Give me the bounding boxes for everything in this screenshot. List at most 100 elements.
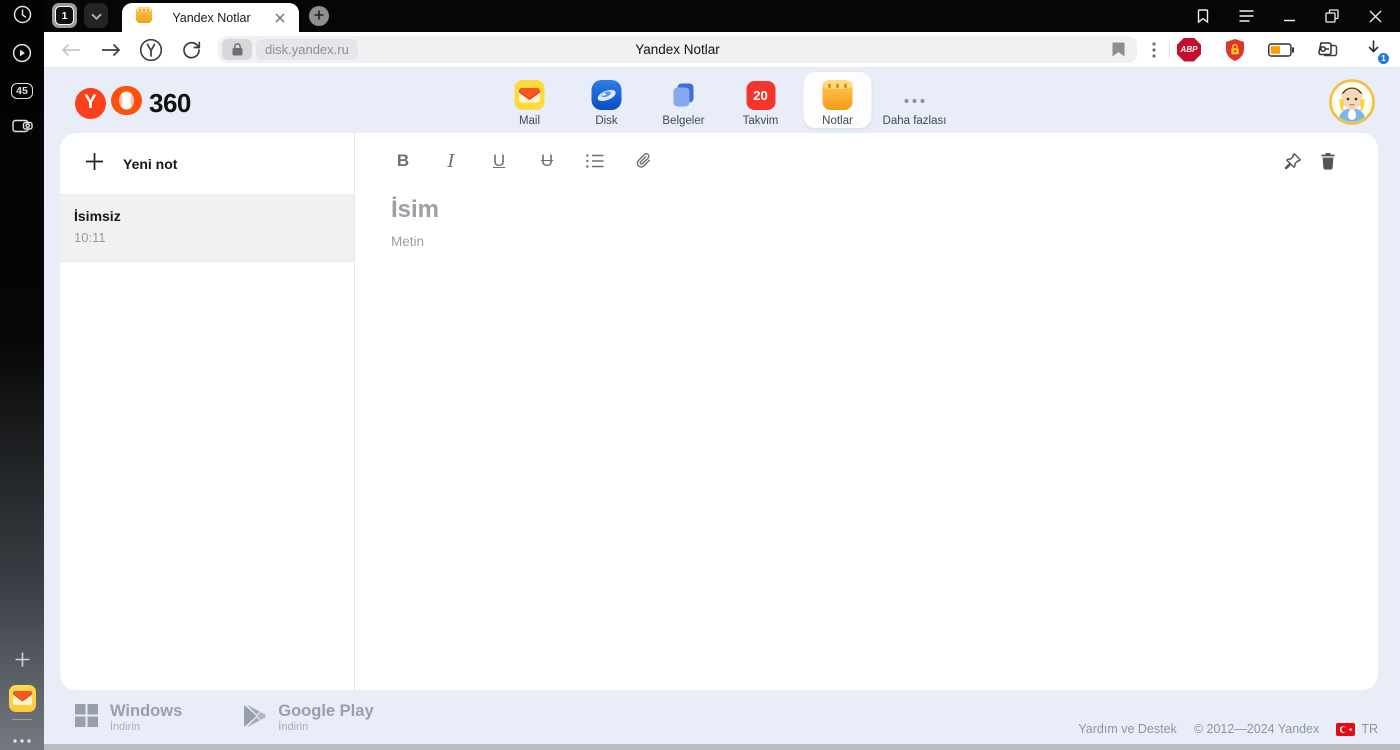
tab-counter-button[interactable]: 1 [52,3,77,28]
logo-360-text: 360 [149,87,191,118]
shield-lock-icon [1226,38,1244,61]
y360-blob-icon [110,85,143,121]
note-time: 10:11 [74,230,106,245]
yandex-logo-icon: Y [75,87,106,119]
forward-button[interactable] [98,37,124,63]
bold-button[interactable]: B [391,149,415,173]
minimize-button[interactable] [1280,8,1298,24]
ellipsis-icon [13,730,31,748]
passwords-button[interactable] [1314,37,1340,63]
browser-menu-button[interactable] [1237,8,1255,24]
speed-badge-button[interactable]: 45 [0,74,44,108]
battery-button[interactable] [1268,37,1294,63]
app-subtitle: İndirin [110,720,140,733]
strikethrough-button[interactable]: U [535,149,559,173]
mail-service-icon [514,80,545,110]
rail-divider [12,719,32,720]
lock-icon [232,43,242,56]
close-icon [1369,10,1381,22]
disk-service-icon [591,80,622,110]
downloads-button[interactable]: 1 [1360,37,1390,65]
page-footer: Windows İndirin Google Play İndirin Yard… [60,692,1378,744]
yandex-mail-shortcut[interactable] [0,681,44,715]
notes-list-panel: Yeni not İsimsiz 10:11 [60,133,355,690]
protect-button[interactable] [1222,37,1248,63]
attach-button[interactable] [631,149,655,173]
googleplay-download-link[interactable]: Google Play İndirin [244,702,374,733]
reload-button[interactable] [178,37,204,63]
windows-download-link[interactable]: Windows İndirin [75,703,182,733]
abp-icon: ABP [1177,37,1201,62]
play-icon [12,43,32,68]
notes-app-card: Yeni not İsimsiz 10:11 B I U U İsim Meti… [60,133,1378,690]
delete-note-button[interactable] [1317,150,1339,172]
google-play-icon [244,704,267,733]
service-documents[interactable]: Belgeler [650,72,718,128]
app-subtitle: İndirin [278,720,309,733]
browser-toolbar: disk.yandex.ru Yandex Notlar ABP 1 [44,32,1400,68]
note-list-item[interactable]: İsimsiz 10:11 [60,195,354,262]
pin-note-button[interactable] [1281,150,1303,172]
app-title: Google Play [278,702,374,721]
bookmarks-panel-button[interactable] [1194,8,1212,24]
pin-icon [1284,152,1301,169]
history-button[interactable] [0,0,44,34]
list-button[interactable] [583,149,607,173]
service-mail[interactable]: Mail [496,72,564,128]
screenshot-button[interactable] [0,110,44,144]
close-window-button[interactable] [1366,8,1384,24]
tab-bar: 1 Yandex Notlar [44,0,1400,32]
bookmark-page-button[interactable] [1108,39,1129,60]
service-more[interactable]: Daha fazlası [881,72,949,128]
service-disk[interactable]: Disk [573,72,641,128]
kebab-menu-icon [1152,41,1156,58]
yandex360-logo[interactable]: Y 360 [75,85,191,121]
avatar-image [1329,79,1375,125]
back-button[interactable] [58,37,84,63]
editor-toolbar: B I U U [391,133,1378,189]
user-avatar[interactable] [1329,79,1375,125]
service-label: Notlar [822,115,853,127]
new-tab-button[interactable] [309,6,329,26]
tab-list-dropdown[interactable] [84,3,108,28]
restore-button[interactable] [1323,8,1341,24]
yandex-button[interactable] [138,37,164,63]
mail-app-icon [8,684,36,712]
rail-add-button[interactable] [0,645,44,679]
bookmark-icon [1112,42,1125,57]
toolbar-divider [1169,41,1170,58]
site-security-chip[interactable] [222,39,252,60]
clock-icon [13,5,32,29]
new-note-label: Yeni not [123,155,178,172]
italic-button[interactable]: I [439,149,463,173]
address-bar-menu-button[interactable] [1145,37,1163,63]
yandex-y-icon [139,38,163,61]
service-calendar[interactable]: 20 Takvim [727,72,795,128]
notes-favicon [136,7,152,28]
hamburger-icon [1239,10,1253,22]
plus-icon [85,152,104,176]
language-switcher[interactable]: TR [1336,722,1378,736]
service-label: Disk [595,115,618,127]
chevron-down-icon [90,7,102,25]
rail-more-button[interactable] [0,722,44,750]
new-note-button[interactable]: Yeni not [60,133,354,195]
underline-button[interactable]: U [487,149,511,173]
note-title: İsimsiz [74,208,121,224]
url-text[interactable]: disk.yandex.ru [256,39,358,60]
media-play-button[interactable] [0,38,44,72]
tab-count: 1 [55,6,74,25]
browser-side-rail: 45 [0,0,44,750]
close-icon [275,13,285,22]
tab-close-button[interactable] [271,9,289,27]
note-body-input[interactable]: Metin [391,234,1378,249]
key-icon [1318,41,1338,56]
address-bar[interactable]: disk.yandex.ru Yandex Notlar [218,36,1137,63]
adblock-extension-button[interactable]: ABP [1176,37,1202,63]
help-support-link[interactable]: Yardım ve Destek [1078,722,1176,736]
active-tab[interactable]: Yandex Notlar [122,3,299,32]
service-notes[interactable]: Notlar [803,72,872,128]
note-title-input[interactable]: İsim [391,196,1378,224]
turkey-flag-icon [1336,722,1356,736]
calendar-date-badge: 20 [746,80,775,110]
